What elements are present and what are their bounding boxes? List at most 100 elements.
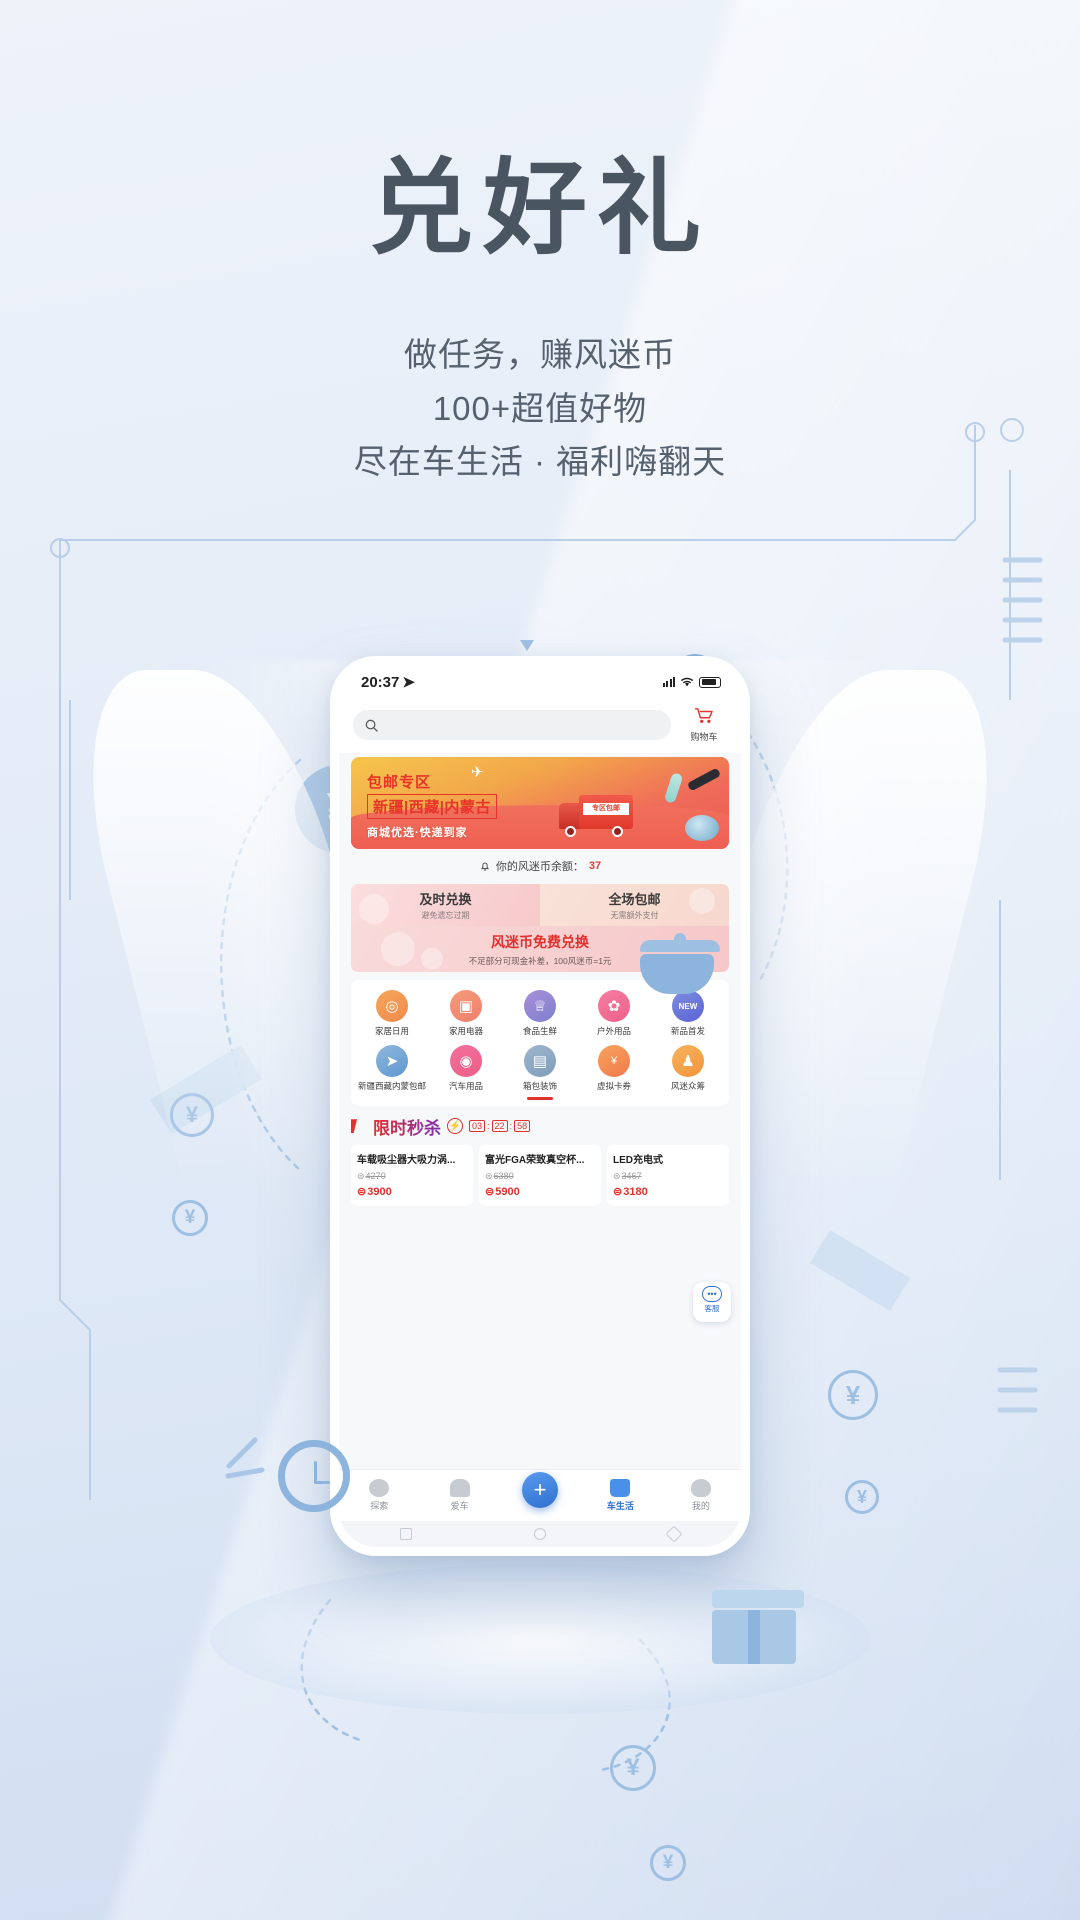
category-item-vouchers[interactable]: ¥ 虚拟卡券 [577, 1044, 651, 1092]
balance-label: 你的风迷币余额： [495, 861, 584, 873]
category-label: 箱包装饰 [522, 1080, 557, 1091]
search-input[interactable] [353, 710, 671, 740]
subtitle-line-2: 100+超值好物 [432, 389, 648, 427]
location-arrow-icon: ➤ [402, 674, 415, 691]
product-card[interactable]: LED充电式 ⊜3467 ⊜3180 [607, 1144, 729, 1206]
promo-card-timely[interactable]: 及时兑换 避免遗忘过期 [351, 884, 540, 926]
delivery-truck-icon: 专区包邮 [559, 783, 633, 839]
product-old-price: ⊜3467 [613, 1170, 642, 1181]
cart-label: 购物车 [690, 732, 718, 742]
pot-lid [640, 933, 720, 952]
shopping-cart-icon [695, 708, 713, 723]
new-badge-icon: NEW [672, 990, 704, 1022]
truck-body: 专区包邮 [579, 795, 633, 829]
phone-stage: 20:37 ➤ 购物车 ✈ 包邮专区 新疆|西藏|内蒙古 商城优选·快递到家 专… [0, 640, 1080, 1760]
category-item-remote-shipping[interactable]: ➤ 新疆西藏内蒙包邮 [355, 1044, 429, 1092]
category-item-appliance[interactable]: ▣ 家用电器 [429, 990, 503, 1037]
gift-box [712, 1610, 796, 1664]
circle-icon[interactable] [534, 1528, 546, 1540]
add-button[interactable]: + [522, 1472, 558, 1508]
promo-top-row: 及时兑换 避免遗忘过期 全场包邮 无需额外支付 [351, 884, 729, 926]
bell-icon [480, 862, 489, 871]
flash-sale-title: 限时秒杀 [373, 1114, 441, 1139]
system-nav-bar [339, 1521, 741, 1547]
page-title: 兑好礼 [368, 151, 711, 267]
tab-label: 车生活 [606, 1501, 634, 1511]
flash-sale-header: 限时秒杀 ⚡ 03 : 22 : 58 [351, 1114, 729, 1139]
flash-sale-icon [351, 1119, 358, 1134]
status-time-group: 20:37 ➤ [361, 673, 415, 692]
promo-card-freeship[interactable]: 全场包邮 无需额外支付 [540, 884, 729, 926]
category-label: 食品生鲜 [522, 1026, 557, 1036]
banner-line-3: 商城优选·快递到家 [367, 827, 468, 839]
tab-mine[interactable]: 我的 [661, 1479, 741, 1512]
search-icon [365, 719, 378, 732]
category-row-2: ➤ 新疆西藏内蒙包邮 ◉ 汽车用品 ▤ 箱包装饰 ¥ 虚拟卡券 ♟ 风迷众筹 [355, 1044, 725, 1092]
category-row-1: ◎ 家居日用 ▣ 家用电器 ♕ 食品生鲜 ✿ 户外用品 NEW 新品首发 [355, 990, 725, 1037]
phone-mockup: 20:37 ➤ 购物车 ✈ 包邮专区 新疆|西藏|内蒙古 商城优选·快递到家 专… [330, 656, 750, 1556]
product-new-price: ⊜3180 [613, 1185, 648, 1198]
status-bar: 20:37 ➤ [339, 665, 741, 699]
banner-line-2: 新疆|西藏|内蒙古 [367, 794, 497, 819]
product-name: 富光FGA荣致真空杯... [485, 1154, 585, 1166]
category-grid: ◎ 家居日用 ▣ 家用电器 ♕ 食品生鲜 ✿ 户外用品 NEW 新品首发 ➤ 新… [351, 980, 729, 1106]
food-cupcake-icon: ♕ [524, 990, 556, 1022]
truck-wheel [612, 826, 623, 837]
promo-banner[interactable]: ✈ 包邮专区 新疆|西藏|内蒙古 商城优选·快递到家 专区包邮 [351, 757, 729, 849]
bottom-tab-bar: 探索 爱车 车生活 我的 + [339, 1469, 741, 1521]
pot-body [640, 954, 714, 994]
tab-label: 探索 [370, 1501, 389, 1511]
pen-product-icon [686, 767, 722, 792]
category-item-new[interactable]: NEW 新品首发 [651, 990, 725, 1037]
coin-icon: ¥ [650, 1845, 686, 1881]
appliance-camera-icon: ▣ [450, 990, 482, 1022]
plate-product-icon [685, 815, 719, 841]
user-icon [690, 1479, 711, 1497]
category-item-food[interactable]: ♕ 食品生鲜 [503, 990, 577, 1037]
square-icon[interactable] [400, 1528, 412, 1540]
clock-icon [278, 1440, 350, 1512]
countdown-sep: : [487, 1121, 490, 1132]
product-new-price: ⊜5900 [485, 1185, 520, 1198]
category-item-bags[interactable]: ▤ 箱包装饰 [503, 1044, 577, 1092]
tab-car-life[interactable]: 车生活 [580, 1479, 660, 1512]
backpack-icon: ▤ [524, 1044, 556, 1077]
category-item-crowdfunding[interactable]: ♟ 风迷众筹 [651, 1044, 725, 1092]
car-icon [449, 1479, 470, 1497]
outdoor-ball-icon: ✿ [598, 990, 630, 1022]
service-label: 客服 [704, 1304, 720, 1313]
product-card[interactable]: 富光FGA荣致真空杯... ⊜6380 ⊜5900 [479, 1144, 601, 1206]
page-header: 兑好礼 做任务，赚风迷币 100+超值好物 尽在车生活 · 福利嗨翻天 [0, 0, 1080, 489]
balance-value: 37 [588, 860, 602, 872]
balance-row: 你的风迷币余额： 37 [339, 849, 741, 882]
product-name: LED充电式 [613, 1154, 663, 1166]
gift-icon [712, 1590, 804, 1670]
battery-icon [699, 676, 721, 688]
triangle-icon[interactable] [665, 1525, 683, 1543]
category-item-home-goods[interactable]: ◎ 家居日用 [355, 990, 429, 1037]
ticket-icon: ¥ [598, 1044, 630, 1077]
pot-icon [640, 933, 724, 994]
chat-bubble-icon: ••• [702, 1286, 722, 1302]
cart-button[interactable]: 购物车 [681, 707, 727, 743]
compass-icon [369, 1479, 390, 1497]
subtitle-line-3: 尽在车生活 · 福利嗨翻天 [353, 443, 727, 481]
category-label: 风迷众筹 [670, 1080, 705, 1091]
truck-label: 专区包邮 [583, 803, 629, 815]
tab-label: 爱车 [450, 1501, 469, 1511]
customer-service-button[interactable]: ••• 客服 [693, 1282, 731, 1322]
product-name: 车载吸尘器大吸力涡... [357, 1154, 456, 1166]
paper-plane-icon: ➤ [376, 1044, 408, 1077]
category-item-outdoor[interactable]: ✿ 户外用品 [577, 990, 651, 1037]
category-label: 户外用品 [596, 1026, 631, 1036]
tab-mycar[interactable]: 爱车 [419, 1479, 499, 1512]
wifi-icon [680, 677, 694, 686]
tab-explore[interactable]: 探索 [339, 1479, 419, 1512]
category-item-auto-parts[interactable]: ◉ 汽车用品 [429, 1044, 503, 1092]
phone-screen: 20:37 ➤ 购物车 ✈ 包邮专区 新疆|西藏|内蒙古 商城优选·快递到家 专… [339, 665, 741, 1547]
search-bar: 购物车 [339, 699, 741, 753]
category-label: 新疆西藏内蒙包邮 [357, 1080, 426, 1091]
product-new-price: ⊜3900 [357, 1185, 392, 1198]
product-card[interactable]: 车载吸尘器大吸力涡... ⊜4270 ⊜3900 [351, 1144, 473, 1206]
banner-line-1: 包邮专区 [367, 774, 432, 791]
